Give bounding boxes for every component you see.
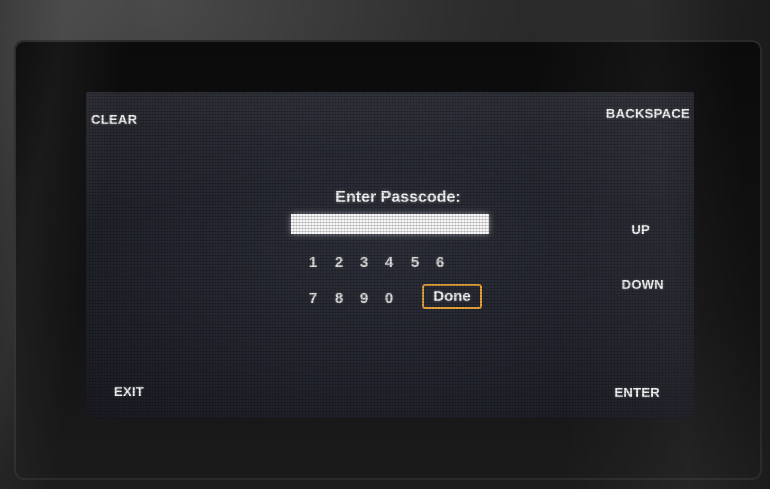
key-3[interactable]: 3 — [356, 254, 372, 271]
key-4[interactable]: 4 — [381, 254, 397, 271]
key-9[interactable]: 9 — [356, 290, 372, 307]
key-8[interactable]: 8 — [331, 290, 347, 307]
key-6[interactable]: 6 — [432, 254, 448, 271]
photo-frame: CLEAR BACKSPACE UP DOWN EXIT ENTER Enter… — [0, 0, 770, 489]
done-button[interactable]: Done — [422, 284, 482, 309]
key-0[interactable]: 0 — [381, 290, 397, 307]
key-1[interactable]: 1 — [305, 254, 321, 271]
key-2[interactable]: 2 — [331, 254, 347, 271]
key-5[interactable]: 5 — [407, 254, 423, 271]
numeric-keypad: 1 2 3 4 5 6 7 8 9 0 Done — [86, 92, 694, 418]
display-screen: CLEAR BACKSPACE UP DOWN EXIT ENTER Enter… — [86, 92, 694, 418]
key-7[interactable]: 7 — [305, 290, 321, 307]
